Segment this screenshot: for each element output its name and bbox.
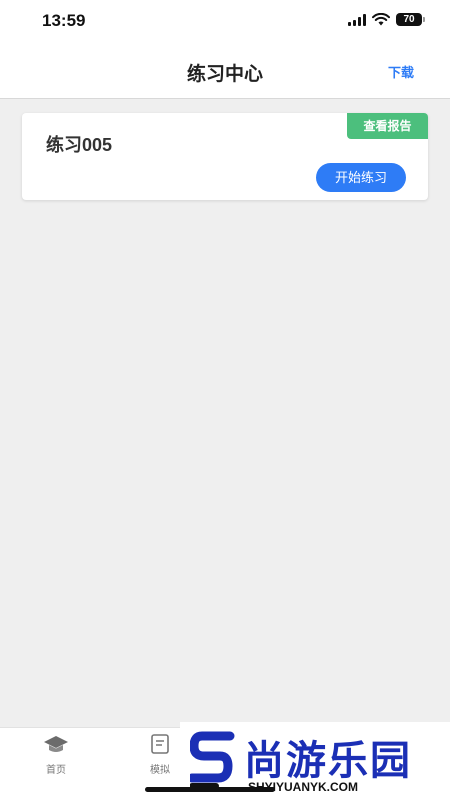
status-icons: 70	[348, 13, 425, 26]
wifi-icon	[372, 13, 390, 26]
status-time: 13:59	[42, 11, 86, 30]
view-report-button[interactable]: 查看报告	[347, 113, 428, 139]
practice-card: 练习005 查看报告 开始练习	[22, 113, 428, 200]
download-button[interactable]: 下载	[388, 62, 414, 81]
practice-title: 练习005	[46, 135, 113, 155]
watermark-logo	[190, 731, 235, 789]
tab-home-label: 首页	[46, 765, 66, 776]
watermark-brand: 尚游乐园	[244, 739, 412, 783]
battery-icon: 70	[396, 13, 425, 26]
status-bar: 13:59 70	[0, 0, 450, 44]
tab-home[interactable]: 首页	[21, 734, 91, 776]
exam-paper-icon	[151, 734, 169, 754]
start-practice-button[interactable]: 开始练习	[316, 163, 406, 192]
page-title: 练习中心	[186, 64, 263, 85]
signal-icon	[348, 13, 366, 26]
nav-bar: 练习中心 下载	[0, 44, 450, 99]
home-indicator	[145, 787, 275, 792]
graduation-cap-icon	[44, 736, 68, 752]
